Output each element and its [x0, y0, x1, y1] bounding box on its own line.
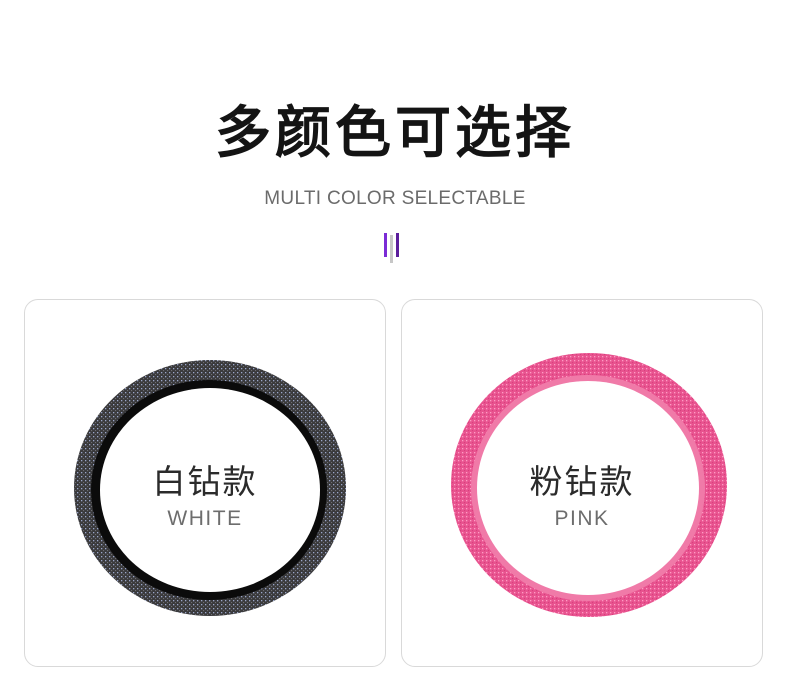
variant-label-zh: 粉钻款 [529, 462, 635, 501]
variant-card-pink[interactable]: 粉钻款 PINK [401, 299, 763, 667]
divider-bar-middle [390, 235, 393, 263]
divider-bar-right [396, 233, 399, 257]
divider-bar-left [384, 233, 387, 257]
page-subtitle: MULTI COLOR SELECTABLE [264, 188, 526, 209]
divider-bars-icon [384, 233, 399, 263]
page-title: 多颜色可选择 [215, 101, 575, 166]
variant-label-en: PINK [554, 507, 610, 530]
variant-card-white[interactable]: 白钻款 WHITE [24, 299, 386, 667]
variant-label-en: WHITE [167, 507, 243, 530]
variant-label-zh: 白钻款 [152, 462, 258, 501]
